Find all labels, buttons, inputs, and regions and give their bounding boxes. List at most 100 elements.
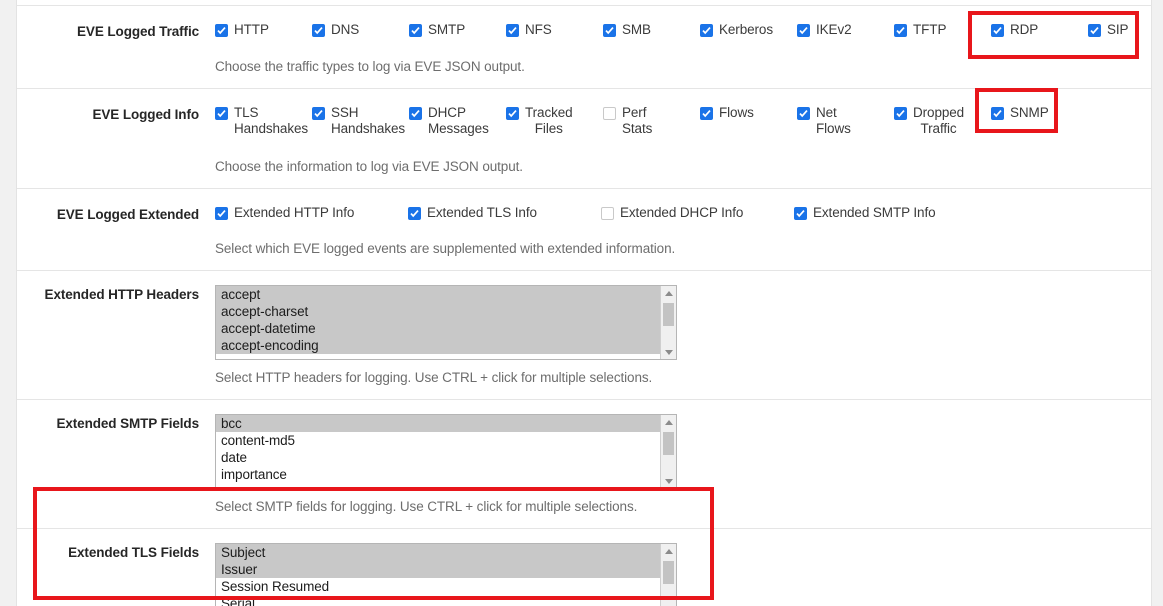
checkbox-dns[interactable]: DNS	[312, 22, 409, 39]
scroll-up-arrow-icon[interactable]	[661, 286, 676, 300]
checkbox-label-extended-smtp-info: Extended SMTP Info	[813, 204, 936, 220]
label-eve-logged-extended: EVE Logged Extended	[56, 206, 199, 222]
list-item[interactable]: content-md5	[216, 432, 660, 449]
checkbox-box-sip[interactable]	[1088, 24, 1101, 37]
label-extended-tls-fields: Extended TLS Fields	[68, 545, 199, 560]
label-extended-smtp-fields: Extended SMTP Fields	[56, 416, 199, 431]
help-eve-logged-info: Choose the information to log via EVE JS…	[215, 158, 523, 174]
checkbox-box-flows[interactable]	[700, 106, 713, 120]
checkbox-box-tls-handshakes[interactable]	[215, 106, 228, 120]
checkbox-label-nfs: NFS	[525, 22, 552, 37]
checkbox-net-flows[interactable]: Net Flows	[797, 105, 894, 138]
checkbox-label-extended-tls-info: Extended TLS Info	[427, 204, 537, 220]
checkbox-label-tls-handshakes: TLS Handshakes	[234, 104, 309, 137]
list-item[interactable]: Session Resumed	[216, 578, 660, 595]
checkbox-dhcp-messages[interactable]: DHCP Messages	[409, 105, 506, 138]
checkbox-box-kerberos[interactable]	[700, 24, 713, 37]
list-item[interactable]: Issuer	[216, 561, 660, 578]
checkbox-box-extended-smtp-info[interactable]	[794, 206, 807, 220]
checkbox-group-eve-logged-extended: Extended HTTP Info Extended TLS Info Ext…	[215, 205, 1151, 222]
checkbox-http[interactable]: HTTP	[215, 22, 312, 39]
scroll-down-arrow-icon[interactable]	[661, 345, 676, 359]
checkbox-extended-tls-info[interactable]: Extended TLS Info	[408, 205, 601, 222]
checkbox-box-extended-http-info[interactable]	[215, 206, 228, 220]
checkbox-label-net-flows: Net Flows	[816, 104, 851, 137]
scroll-up-arrow-icon[interactable]	[661, 415, 676, 429]
checkbox-group-eve-logged-info: TLS Handshakes SSH Handshakes DHCP Messa…	[215, 105, 1151, 138]
checkbox-box-rdp[interactable]	[991, 24, 1004, 37]
checkbox-label-rdp: RDP	[1010, 22, 1039, 37]
list-item[interactable]: importance	[216, 466, 660, 483]
checkbox-box-smb[interactable]	[603, 24, 616, 37]
row-eve-logged-extended: EVE Logged Extended Extended HTTP Info E…	[17, 187, 1151, 270]
row-eve-logged-traffic: EVE Logged Traffic HTTP DNS SMTP NFS SMB…	[17, 6, 1151, 88]
checkbox-tls-handshakes[interactable]: TLS Handshakes	[215, 105, 312, 138]
checkbox-box-nfs[interactable]	[506, 24, 519, 37]
checkbox-nfs[interactable]: NFS	[506, 22, 603, 39]
checkbox-label-extended-http-info: Extended HTTP Info	[234, 204, 355, 220]
checkbox-ikev2[interactable]: IKEv2	[797, 22, 894, 39]
checkbox-box-dhcp-messages[interactable]	[409, 106, 422, 120]
listbox-extended-tls-fields[interactable]: Subject Issuer Session Resumed Serial	[215, 543, 677, 606]
checkbox-label-kerberos: Kerberos	[719, 22, 773, 37]
checkbox-group-eve-logged-traffic: HTTP DNS SMTP NFS SMB Kerberos IKEv2 TFT…	[215, 22, 1163, 39]
checkbox-label-flows: Flows	[719, 104, 754, 120]
checkbox-box-dns[interactable]	[312, 24, 325, 37]
checkbox-box-tracked-files[interactable]	[506, 106, 519, 120]
checkbox-label-http: HTTP	[234, 22, 269, 37]
checkbox-label-ssh-handshakes: SSH Handshakes	[331, 104, 406, 137]
list-item[interactable]: accept-encoding	[216, 337, 660, 354]
checkbox-tftp[interactable]: TFTP	[894, 22, 991, 39]
checkbox-box-perf-stats[interactable]	[603, 106, 616, 120]
checkbox-rdp[interactable]: RDP	[991, 22, 1088, 39]
scrollbar-extended-tls-fields[interactable]	[660, 544, 676, 606]
checkbox-ssh-handshakes[interactable]: SSH Handshakes	[312, 105, 409, 138]
list-item[interactable]: bcc	[216, 415, 660, 432]
checkbox-box-dropped-traffic[interactable]	[894, 106, 907, 120]
scrollbar-thumb[interactable]	[663, 561, 674, 584]
checkbox-box-tftp[interactable]	[894, 24, 907, 37]
checkbox-extended-dhcp-info[interactable]: Extended DHCP Info	[601, 205, 794, 222]
checkbox-flows[interactable]: Flows	[700, 105, 797, 122]
checkbox-sip[interactable]: SIP	[1088, 22, 1163, 39]
checkbox-kerberos[interactable]: Kerberos	[700, 22, 797, 39]
checkbox-label-tftp: TFTP	[913, 22, 947, 37]
row-extended-http-headers: Extended HTTP Headers accept accept-char…	[17, 270, 1151, 399]
checkbox-box-extended-tls-info[interactable]	[408, 206, 421, 220]
checkbox-box-extended-dhcp-info[interactable]	[601, 206, 614, 220]
list-item[interactable]: accept	[216, 286, 660, 303]
scroll-down-arrow-icon[interactable]	[661, 474, 676, 488]
checkbox-box-smtp[interactable]	[409, 24, 422, 37]
checkbox-label-sip: SIP	[1107, 22, 1129, 37]
checkbox-smtp[interactable]: SMTP	[409, 22, 506, 39]
scrollbar-extended-http-headers[interactable]	[660, 286, 676, 359]
checkbox-box-net-flows[interactable]	[797, 106, 810, 120]
list-item[interactable]: date	[216, 449, 660, 466]
help-eve-logged-traffic: Choose the traffic types to log via EVE …	[215, 58, 525, 74]
list-item[interactable]: accept-datetime	[216, 320, 660, 337]
checkbox-perf-stats[interactable]: Perf Stats	[603, 105, 700, 138]
checkbox-box-http[interactable]	[215, 24, 228, 37]
listbox-extended-smtp-fields[interactable]: bcc content-md5 date importance	[215, 414, 677, 489]
checkbox-box-ikev2[interactable]	[797, 24, 810, 37]
checkbox-box-snmp[interactable]	[991, 106, 1004, 120]
checkbox-label-smtp: SMTP	[428, 22, 466, 37]
scroll-up-arrow-icon[interactable]	[661, 544, 676, 558]
checkbox-snmp[interactable]: SNMP	[991, 105, 1088, 122]
list-item[interactable]: Subject	[216, 544, 660, 561]
checkbox-smb[interactable]: SMB	[603, 22, 700, 39]
scrollbar-thumb[interactable]	[663, 432, 674, 455]
checkbox-tracked-files[interactable]: Tracked Files	[506, 105, 603, 138]
checkbox-extended-smtp-info[interactable]: Extended SMTP Info	[794, 205, 987, 222]
scrollbar-thumb[interactable]	[663, 303, 674, 326]
label-extended-http-headers: Extended HTTP Headers	[44, 287, 200, 302]
checkbox-label-snmp: SNMP	[1010, 104, 1049, 120]
checkbox-box-ssh-handshakes[interactable]	[312, 106, 325, 120]
checkbox-dropped-traffic[interactable]: Dropped Traffic	[894, 105, 991, 138]
scrollbar-extended-smtp-fields[interactable]	[660, 415, 676, 488]
list-item[interactable]: Serial	[216, 595, 660, 606]
checkbox-extended-http-info[interactable]: Extended HTTP Info	[215, 205, 408, 222]
list-item[interactable]: accept-charset	[216, 303, 660, 320]
help-eve-logged-extended: Select which EVE logged events are suppl…	[215, 241, 676, 256]
listbox-extended-http-headers[interactable]: accept accept-charset accept-datetime ac…	[215, 285, 677, 360]
